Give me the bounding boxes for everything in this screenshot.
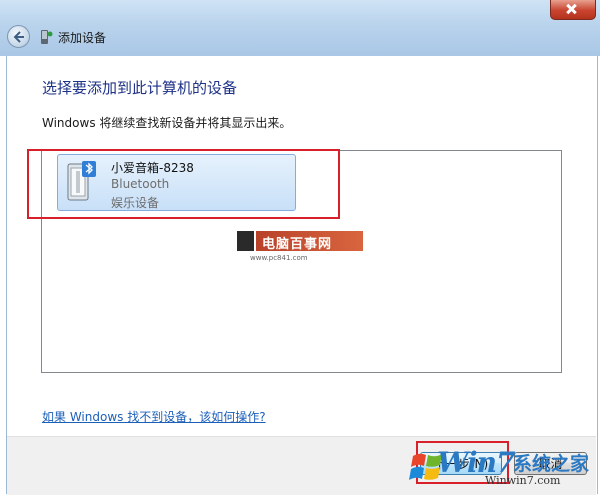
page-subtext: Windows 将继续查找新设备并将其显示出来。 [42, 116, 292, 130]
back-arrow-icon [13, 31, 24, 43]
page-heading: 选择要添加到此计算机的设备 [42, 79, 238, 97]
device-wizard-icon [41, 30, 53, 44]
back-button[interactable] [7, 25, 30, 48]
title-bar [0, 0, 600, 56]
highlight-box-device [27, 149, 340, 219]
help-link[interactable]: 如果 Windows 找不到设备，该如何操作? [42, 408, 266, 425]
watermark-logo-icon [237, 231, 254, 251]
window-title: 添加设备 [58, 31, 107, 45]
watermark-url: www.pc841.com [250, 254, 308, 262]
brand-watermark-url: Winwin7.com [485, 474, 561, 487]
brand-watermark-cn: 系统之家 [513, 453, 590, 475]
watermark-title: 电脑百事网 [262, 237, 333, 252]
close-button[interactable] [550, 0, 596, 20]
